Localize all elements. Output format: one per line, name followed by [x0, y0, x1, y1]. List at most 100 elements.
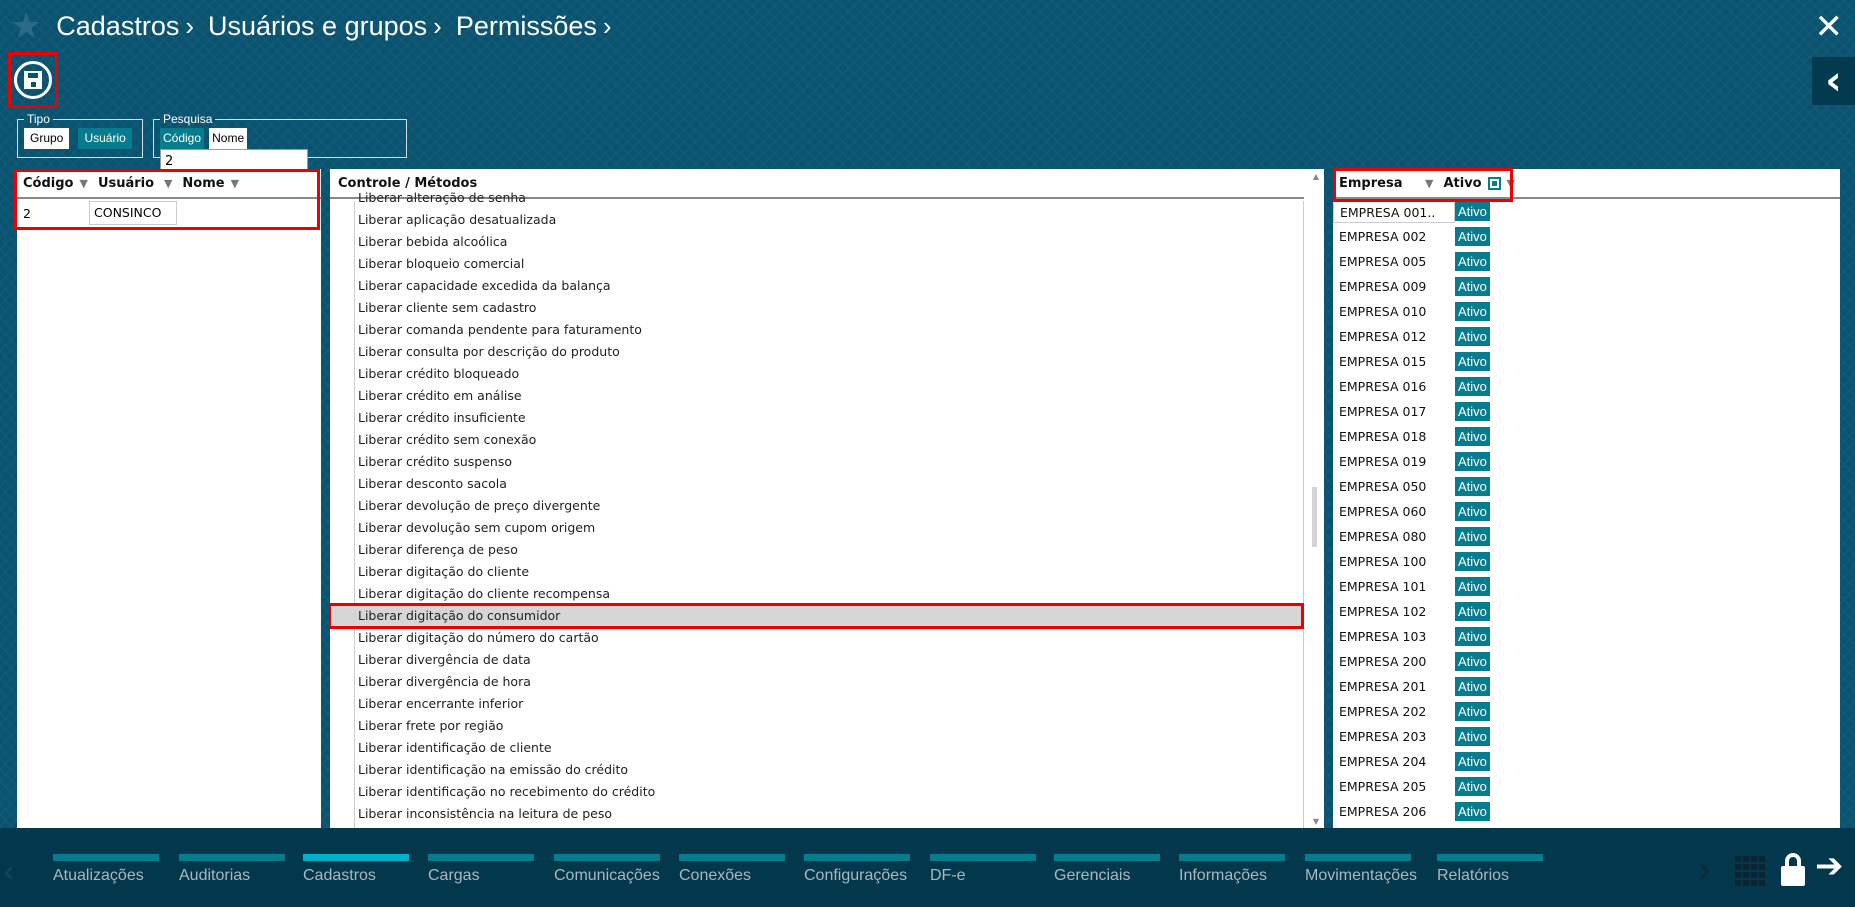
table-row[interactable]: EMPRESA 016 Ativo: [1333, 374, 1840, 399]
list-item[interactable]: Liberar encerrante inferior: [330, 693, 1302, 715]
ativo-toggle[interactable]: Ativo: [1455, 377, 1490, 396]
table-row[interactable]: EMPRESA 201 Ativo: [1333, 674, 1840, 699]
list-item[interactable]: Liberar crédito sem conexão: [330, 429, 1302, 451]
list-item[interactable]: Liberar divergência de data: [330, 649, 1302, 671]
breadcrumb-usuarios-grupos[interactable]: Usuários e grupos: [208, 11, 427, 42]
nav-tab[interactable]: Atualizações: [53, 854, 159, 885]
ativo-toggle[interactable]: Ativo: [1455, 502, 1490, 521]
list-item[interactable]: Liberar inconsistência na leitura de pes…: [330, 803, 1302, 825]
table-row[interactable]: EMPRESA 206 Ativo: [1333, 799, 1840, 824]
list-item[interactable]: Liberar aplicação desatualizada: [330, 209, 1302, 231]
scroll-down-icon[interactable]: ▼: [1313, 817, 1319, 826]
nav-tab[interactable]: Comunicações: [554, 854, 660, 885]
table-row[interactable]: EMPRESA 100 Ativo: [1333, 549, 1840, 574]
grid-menu-icon[interactable]: [1735, 855, 1765, 886]
table-row[interactable]: EMPRESA 002 Ativo: [1333, 224, 1840, 249]
ativo-toggle[interactable]: Ativo: [1455, 677, 1490, 696]
list-item[interactable]: Liberar divergência de hora: [330, 671, 1302, 693]
list-item[interactable]: Liberar digitação do cliente recompensa: [330, 583, 1302, 605]
scrollbar-thumb[interactable]: [1312, 487, 1317, 547]
list-item[interactable]: Liberar desconto sacola: [330, 473, 1302, 495]
nav-tab[interactable]: Configurações: [804, 854, 910, 885]
ativo-toggle[interactable]: Ativo: [1455, 352, 1490, 371]
list-item[interactable]: Liberar bebida alcoólica: [330, 231, 1302, 253]
list-item[interactable]: Liberar bloqueio comercial: [330, 253, 1302, 275]
nav-tab[interactable]: Movimentações: [1305, 854, 1417, 885]
logout-arrow-icon[interactable]: ➔: [1815, 846, 1844, 886]
scroll-up-icon[interactable]: ▲: [1313, 172, 1319, 181]
ativo-toggle[interactable]: Ativo: [1455, 752, 1490, 771]
pesquisa-nome-button[interactable]: Nome: [209, 128, 248, 149]
list-item[interactable]: Liberar crédito insuficiente: [330, 407, 1302, 429]
save-button[interactable]: [8, 52, 58, 108]
list-item[interactable]: Liberar crédito em análise: [330, 385, 1302, 407]
list-item[interactable]: Liberar capacidade excedida da balança: [330, 275, 1302, 297]
ativo-toggle[interactable]: Ativo: [1455, 477, 1490, 496]
table-row[interactable]: EMPRESA 005 Ativo: [1333, 249, 1840, 274]
list-item[interactable]: Liberar identificação de cliente: [330, 737, 1302, 759]
tipo-grupo-button[interactable]: Grupo: [24, 128, 70, 149]
ativo-toggle[interactable]: Ativo: [1455, 227, 1490, 246]
ativo-toggle[interactable]: Ativo: [1455, 527, 1490, 546]
breadcrumb-cadastros[interactable]: Cadastros: [56, 11, 179, 42]
lock-icon[interactable]: [1781, 853, 1805, 886]
ativo-toggle[interactable]: Ativo: [1455, 652, 1490, 671]
tipo-usuario-button[interactable]: Usuário: [78, 128, 132, 149]
list-item[interactable]: Liberar devolução de preço divergente: [330, 495, 1302, 517]
nav-tab[interactable]: Auditorias: [179, 854, 285, 885]
ativo-toggle[interactable]: Ativo: [1455, 727, 1490, 746]
list-item[interactable]: Liberar digitação do número do cartão: [330, 627, 1302, 649]
table-row[interactable]: EMPRESA 204 Ativo: [1333, 749, 1840, 774]
list-item[interactable]: Liberar consulta por descrição do produt…: [330, 341, 1302, 363]
table-row[interactable]: EMPRESA 010 Ativo: [1333, 299, 1840, 324]
nav-tab[interactable]: Cargas: [428, 854, 534, 885]
nav-prev-icon[interactable]: ‹: [2, 852, 16, 892]
close-icon[interactable]: ✕: [1815, 10, 1844, 44]
pesquisa-codigo-button[interactable]: Código: [160, 128, 205, 149]
favorite-star-icon[interactable]: ★: [10, 8, 42, 44]
table-row[interactable]: EMPRESA 202 Ativo: [1333, 699, 1840, 724]
table-row[interactable]: EMPRESA 060 Ativo: [1333, 499, 1840, 524]
breadcrumb-permissoes[interactable]: Permissões: [456, 11, 597, 42]
list-item[interactable]: Liberar diferença de peso: [330, 539, 1302, 561]
table-row[interactable]: EMPRESA 018 Ativo: [1333, 424, 1840, 449]
table-row[interactable]: EMPRESA 015 Ativo: [1333, 349, 1840, 374]
nav-next-icon[interactable]: ›: [1697, 848, 1712, 892]
ativo-toggle[interactable]: Ativo: [1455, 602, 1490, 621]
list-item[interactable]: Liberar crédito bloqueado: [330, 363, 1302, 385]
table-row[interactable]: EMPRESA 001.. Ativo: [1333, 199, 1840, 224]
list-item[interactable]: Liberar digitação do consumidor: [330, 603, 1304, 629]
ativo-toggle[interactable]: Ativo: [1455, 302, 1490, 321]
list-item[interactable]: Liberar digitação do cliente: [330, 561, 1302, 583]
list-item[interactable]: Liberar crédito suspenso: [330, 451, 1302, 473]
ativo-toggle[interactable]: Ativo: [1455, 452, 1490, 471]
nav-tab[interactable]: Conexões: [679, 854, 785, 885]
nav-tab[interactable]: Informações: [1179, 854, 1285, 885]
table-row[interactable]: EMPRESA 102 Ativo: [1333, 599, 1840, 624]
list-item[interactable]: Liberar frete por região: [330, 715, 1302, 737]
ativo-toggle[interactable]: Ativo: [1455, 277, 1490, 296]
ativo-toggle[interactable]: Ativo: [1455, 777, 1490, 796]
table-row[interactable]: EMPRESA 080 Ativo: [1333, 524, 1840, 549]
nav-tab[interactable]: Relatórios: [1437, 854, 1543, 885]
nav-tab[interactable]: DF-e: [930, 854, 1036, 885]
list-item[interactable]: Liberar cliente sem cadastro: [330, 297, 1302, 319]
list-item[interactable]: Liberar alteração de senha: [330, 187, 1302, 209]
ativo-toggle[interactable]: Ativo: [1455, 427, 1490, 446]
nav-tab[interactable]: Gerenciais: [1054, 854, 1160, 885]
back-chevron-icon[interactable]: ‹: [1812, 57, 1855, 105]
table-row[interactable]: EMPRESA 009 Ativo: [1333, 274, 1840, 299]
list-item[interactable]: Liberar identificação na emissão do créd…: [330, 759, 1302, 781]
table-row[interactable]: EMPRESA 019 Ativo: [1333, 449, 1840, 474]
table-row[interactable]: EMPRESA 101 Ativo: [1333, 574, 1840, 599]
list-item[interactable]: Liberar comanda pendente para faturament…: [330, 319, 1302, 341]
table-row[interactable]: EMPRESA 012 Ativo: [1333, 324, 1840, 349]
table-row[interactable]: EMPRESA 205 Ativo: [1333, 774, 1840, 799]
table-row[interactable]: EMPRESA 103 Ativo: [1333, 624, 1840, 649]
ativo-toggle[interactable]: Ativo: [1455, 402, 1490, 421]
ativo-toggle[interactable]: Ativo: [1455, 802, 1490, 821]
list-item[interactable]: Liberar identificação no recebimento do …: [330, 781, 1302, 803]
ativo-toggle[interactable]: Ativo: [1455, 702, 1490, 721]
table-row[interactable]: EMPRESA 200 Ativo: [1333, 649, 1840, 674]
ativo-toggle[interactable]: Ativo: [1455, 627, 1490, 646]
